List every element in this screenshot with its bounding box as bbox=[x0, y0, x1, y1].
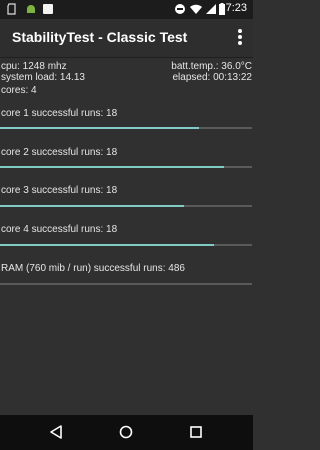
core-4-progress-fill bbox=[0, 244, 215, 246]
navigation-bar bbox=[0, 415, 253, 450]
app-title: StabilityTest - Classic Test bbox=[12, 29, 188, 45]
app-bar: StabilityTest - Classic Test bbox=[0, 19, 253, 58]
core-3-progress-fill bbox=[0, 205, 184, 207]
home-icon[interactable] bbox=[119, 425, 133, 439]
overflow-menu-icon[interactable] bbox=[236, 28, 244, 46]
core-4-progress bbox=[0, 244, 252, 246]
back-icon[interactable] bbox=[49, 425, 63, 439]
core-3-label: core 3 successful runs: 18 bbox=[1, 185, 118, 196]
sd-card-icon bbox=[7, 3, 16, 15]
core-4-label: core 4 successful runs: 18 bbox=[1, 224, 118, 235]
core-2-label: core 2 successful runs: 18 bbox=[1, 147, 118, 158]
core-1-label: core 1 successful runs: 18 bbox=[1, 108, 118, 119]
wifi-icon bbox=[190, 4, 202, 14]
android-icon bbox=[27, 5, 35, 13]
ram-label: RAM (760 mib / run) successful runs: 486 bbox=[1, 263, 185, 274]
core-1-progress bbox=[0, 127, 252, 129]
system-load: system load: 14.13 bbox=[1, 72, 85, 83]
elapsed-time: elapsed: 00:13:22 bbox=[172, 72, 252, 83]
core-1-progress-fill bbox=[0, 127, 200, 129]
status-time: 17:23 bbox=[219, 2, 247, 14]
recents-icon[interactable] bbox=[190, 426, 202, 438]
dnd-icon bbox=[175, 4, 185, 14]
ram-progress bbox=[0, 283, 252, 285]
core-2-progress-fill bbox=[0, 166, 225, 168]
cores-count: cores: 4 bbox=[1, 85, 37, 96]
core-2-progress bbox=[0, 166, 252, 168]
status-bar: 17:23 bbox=[0, 0, 253, 19]
signal-icon bbox=[206, 4, 216, 14]
core-3-progress bbox=[0, 205, 252, 207]
app-icon bbox=[43, 4, 53, 14]
